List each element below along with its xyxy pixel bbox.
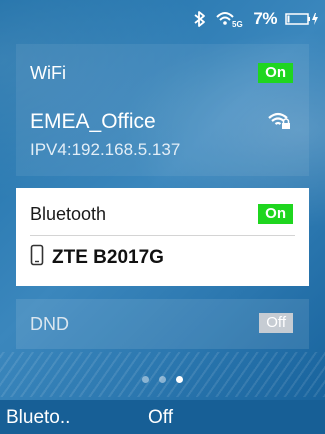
page-dot [142, 376, 149, 383]
dnd-label: DND [30, 314, 69, 334]
device-name: ZTE B2017G [52, 246, 164, 268]
wifi-5g-icon: 5G [215, 10, 245, 28]
wifi-network-name: EMEA_Office [30, 110, 156, 133]
background-pattern [0, 352, 325, 397]
bottom-value: Off [148, 407, 173, 428]
bottom-bar[interactable]: Blueto.. Off [0, 400, 325, 434]
dnd-card[interactable]: DND Off [16, 299, 309, 349]
battery-charging-icon [285, 11, 319, 27]
wifi-lock-icon [267, 110, 291, 135]
dnd-status-badge[interactable]: Off [259, 313, 293, 333]
wifi-ip-address: IPV4:192.168.5.137 [30, 140, 181, 159]
page-indicator [0, 376, 325, 383]
status-bar: 5G 7% [0, 0, 325, 38]
bluetooth-icon [193, 10, 207, 28]
bluetooth-label: Bluetooth [30, 204, 107, 224]
bottom-label: Blueto.. [6, 407, 71, 428]
svg-text:5G: 5G [232, 20, 243, 28]
page-dot-active [176, 376, 183, 383]
wifi-status-badge[interactable]: On [258, 63, 293, 83]
bluetooth-status-badge[interactable]: On [258, 204, 293, 224]
page-dot [159, 376, 166, 383]
wifi-card[interactable]: WiFi On EMEA_Office IPV4:192.168.5.137 [16, 44, 309, 176]
wifi-label: WiFi [30, 63, 66, 83]
bluetooth-card[interactable]: Bluetooth On ZTE B2017G [16, 188, 309, 286]
paired-device[interactable]: ZTE B2017G [30, 244, 164, 271]
phone-icon [30, 244, 44, 271]
battery-percent: 7% [253, 9, 277, 28]
divider [30, 235, 295, 236]
